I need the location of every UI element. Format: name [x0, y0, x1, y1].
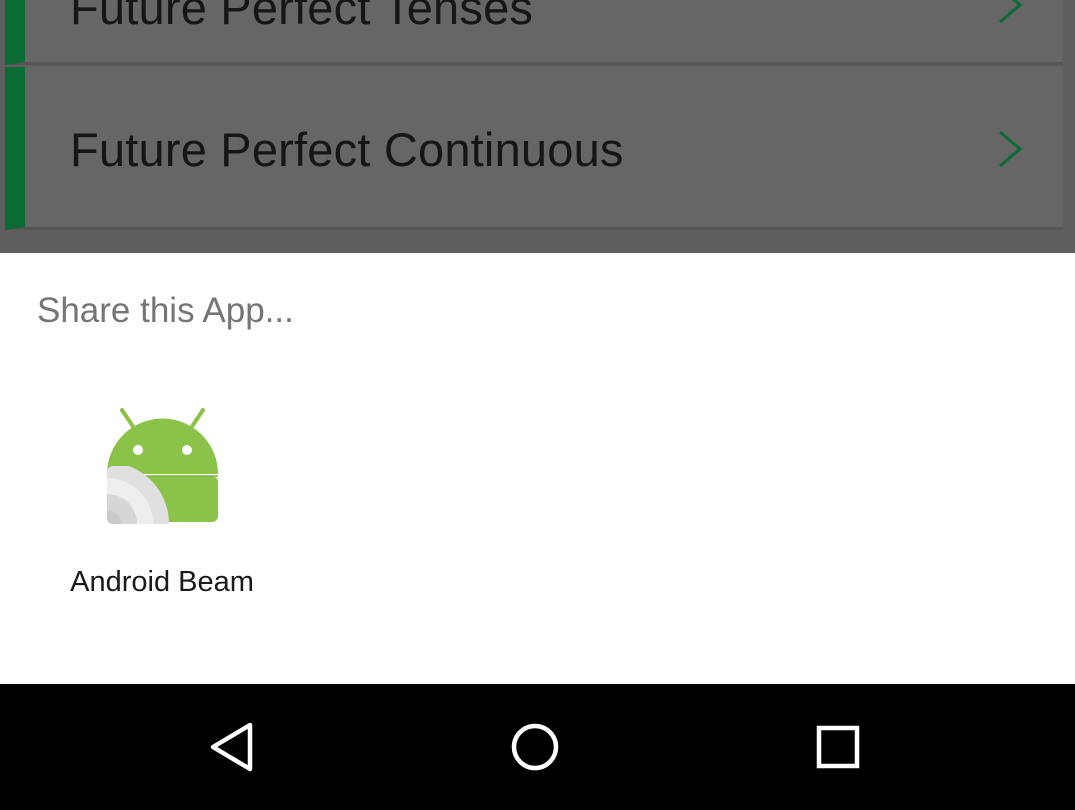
share-sheet: Share this App... Android Beam [0, 253, 1075, 684]
list-item-label: Future Perfect Tenses [70, 0, 534, 34]
navigation-bar [0, 684, 1075, 810]
background-list: Future Perfect Tenses Future Perfect Con… [0, 0, 1075, 253]
home-circle-icon[interactable] [505, 717, 565, 777]
list-item[interactable]: Future Perfect Tenses [5, 0, 1063, 65]
screen: Future Perfect Tenses Future Perfect Con… [0, 0, 1075, 810]
share-target-label: Android Beam [70, 566, 254, 598]
chevron-right-icon [999, 0, 1023, 24]
list-item[interactable]: Future Perfect Continuous [5, 67, 1063, 230]
list-item-label: Future Perfect Continuous [70, 123, 624, 176]
android-beam-icon [107, 408, 218, 524]
recents-square-icon[interactable] [808, 717, 868, 777]
share-target-android-beam[interactable]: Android Beam [60, 403, 264, 613]
back-triangle-icon[interactable] [203, 717, 263, 777]
share-sheet-title: Share this App... [37, 291, 294, 330]
chevron-right-icon [999, 130, 1023, 168]
